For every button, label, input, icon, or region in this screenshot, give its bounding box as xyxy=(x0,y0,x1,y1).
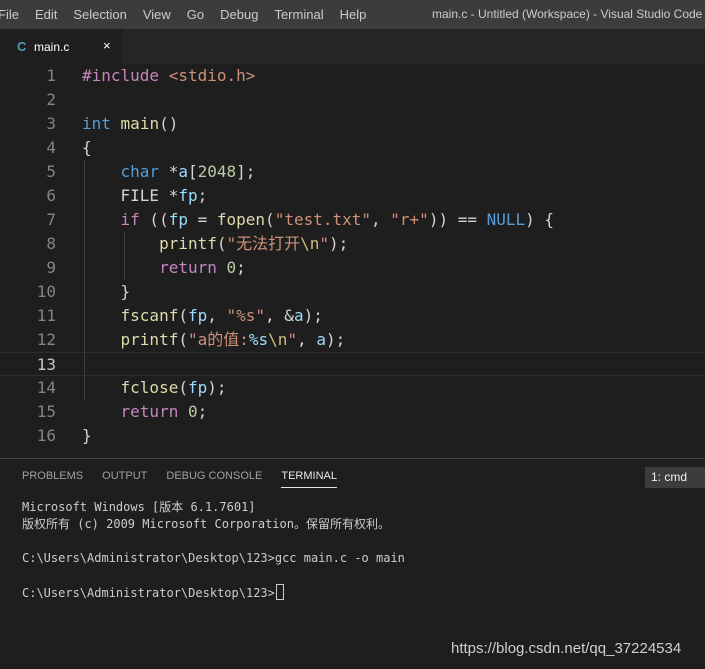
code-line[interactable]: 12 printf("a的值:%s\n", a); xyxy=(0,328,705,352)
code-line[interactable]: 1 #include <stdio.h> xyxy=(0,64,705,88)
code-text: #include <stdio.h> xyxy=(82,66,256,85)
code-line[interactable]: 10 } xyxy=(0,280,705,304)
terminal-cursor xyxy=(275,584,284,600)
code-text: char *a[2048]; xyxy=(120,162,256,181)
code-text: printf("a的值:%s\n", a); xyxy=(120,330,346,349)
title-bar: File Edit Selection View Go Debug Termin… xyxy=(0,0,705,29)
code-text: return 0; xyxy=(159,258,246,277)
menu-debug[interactable]: Debug xyxy=(220,7,258,22)
tab-terminal[interactable]: TERMINAL xyxy=(281,470,337,488)
menu-view[interactable]: View xyxy=(143,7,171,22)
tab-problems[interactable]: PROBLEMS xyxy=(22,470,83,488)
menu-edit[interactable]: Edit xyxy=(35,7,57,22)
menu-go[interactable]: Go xyxy=(187,7,204,22)
code-line[interactable]: 8 printf("无法打开\n"); xyxy=(0,232,705,256)
terminal-output[interactable]: Microsoft Windows [版本 6.1.7601] 版权所有 (c) … xyxy=(22,499,405,601)
code-text: int main() xyxy=(82,114,179,133)
line-number: 12 xyxy=(36,330,56,349)
code-line[interactable]: 4{ xyxy=(0,136,705,160)
terminal-line: C:\Users\Administrator\Desktop\123> xyxy=(22,584,405,601)
bottom-panel: PROBLEMS OUTPUT DEBUG CONSOLE TERMINAL 1… xyxy=(0,458,705,669)
panel-tabs: PROBLEMS OUTPUT DEBUG CONSOLE TERMINAL xyxy=(22,470,356,488)
tab-main-c[interactable]: C main.c × xyxy=(0,29,122,64)
line-number: 8 xyxy=(46,234,56,253)
code-text: return 0; xyxy=(120,402,208,421)
code-editor[interactable]: 1 #include <stdio.h> 2 3 int main() 4{5 char … xyxy=(0,64,705,456)
indent-guide xyxy=(124,232,125,280)
code-line[interactable]: 7 if ((fp = fopen("test.txt", "r+")) == … xyxy=(0,208,705,232)
c-file-icon: C xyxy=(17,39,27,54)
terminal-select[interactable]: 1: cmd xyxy=(645,467,705,488)
terminal-line: Microsoft Windows [版本 6.1.7601] xyxy=(22,500,256,514)
window-title: main.c - Untitled (Workspace) - Visual S… xyxy=(432,7,703,21)
terminal-line: C:\Users\Administrator\Desktop\123>gcc m… xyxy=(22,551,405,565)
line-number: 5 xyxy=(46,162,56,181)
code-line[interactable]: 16} xyxy=(0,424,705,448)
code-text: } xyxy=(120,282,131,301)
menu-selection[interactable]: Selection xyxy=(73,7,126,22)
code-text: printf("无法打开\n"); xyxy=(159,234,349,253)
tab-label: main.c xyxy=(34,40,70,54)
code-text: if ((fp = fopen("test.txt", "r+")) == NU… xyxy=(120,210,555,229)
code-text: } xyxy=(82,426,92,445)
watermark: https://blog.csdn.net/qq_37224534 xyxy=(451,640,682,657)
tab-output[interactable]: OUTPUT xyxy=(102,470,147,488)
code-text: FILE *fp; xyxy=(120,186,208,205)
line-number: 13 xyxy=(36,355,56,374)
menu-help[interactable]: Help xyxy=(340,7,367,22)
line-number: 1 xyxy=(46,66,56,85)
indent-guide xyxy=(84,160,85,400)
code-line[interactable]: 3 int main() xyxy=(0,112,705,136)
code-line[interactable]: 13 xyxy=(0,352,705,376)
code-line[interactable]: 14 fclose(fp); xyxy=(0,376,705,400)
line-number: 6 xyxy=(46,186,56,205)
code-line[interactable]: 5 char *a[2048]; xyxy=(0,160,705,184)
menu-bar: File Edit Selection View Go Debug Termin… xyxy=(0,7,382,22)
code-line[interactable]: 6 FILE *fp; xyxy=(0,184,705,208)
code-line[interactable]: 11 fscanf(fp, "%s", &a); xyxy=(0,304,705,328)
line-number: 10 xyxy=(36,282,56,301)
menu-file[interactable]: File xyxy=(0,7,19,22)
editor-tab-bar: C main.c × xyxy=(0,29,705,64)
tab-debug-console[interactable]: DEBUG CONSOLE xyxy=(166,470,262,488)
code-line[interactable]: 15 return 0; xyxy=(0,400,705,424)
menu-terminal[interactable]: Terminal xyxy=(274,7,323,22)
code-text: fscanf(fp, "%s", &a); xyxy=(120,306,323,325)
code-line[interactable]: 2 xyxy=(0,88,705,112)
line-number: 2 xyxy=(46,90,56,109)
line-number: 7 xyxy=(46,210,56,229)
line-number: 16 xyxy=(36,426,56,445)
code-line[interactable]: 9 return 0; xyxy=(0,256,705,280)
line-number: 4 xyxy=(46,138,56,157)
line-number: 11 xyxy=(36,306,56,325)
line-number: 9 xyxy=(46,258,56,277)
code-text: fclose(fp); xyxy=(120,378,227,397)
line-number: 3 xyxy=(46,114,56,133)
code-text: { xyxy=(82,138,92,157)
terminal-line: 版权所有 (c) 2009 Microsoft Corporation。保留所有… xyxy=(22,517,390,531)
line-number: 15 xyxy=(36,402,56,421)
close-icon[interactable]: × xyxy=(103,38,111,53)
line-number: 14 xyxy=(36,378,56,397)
